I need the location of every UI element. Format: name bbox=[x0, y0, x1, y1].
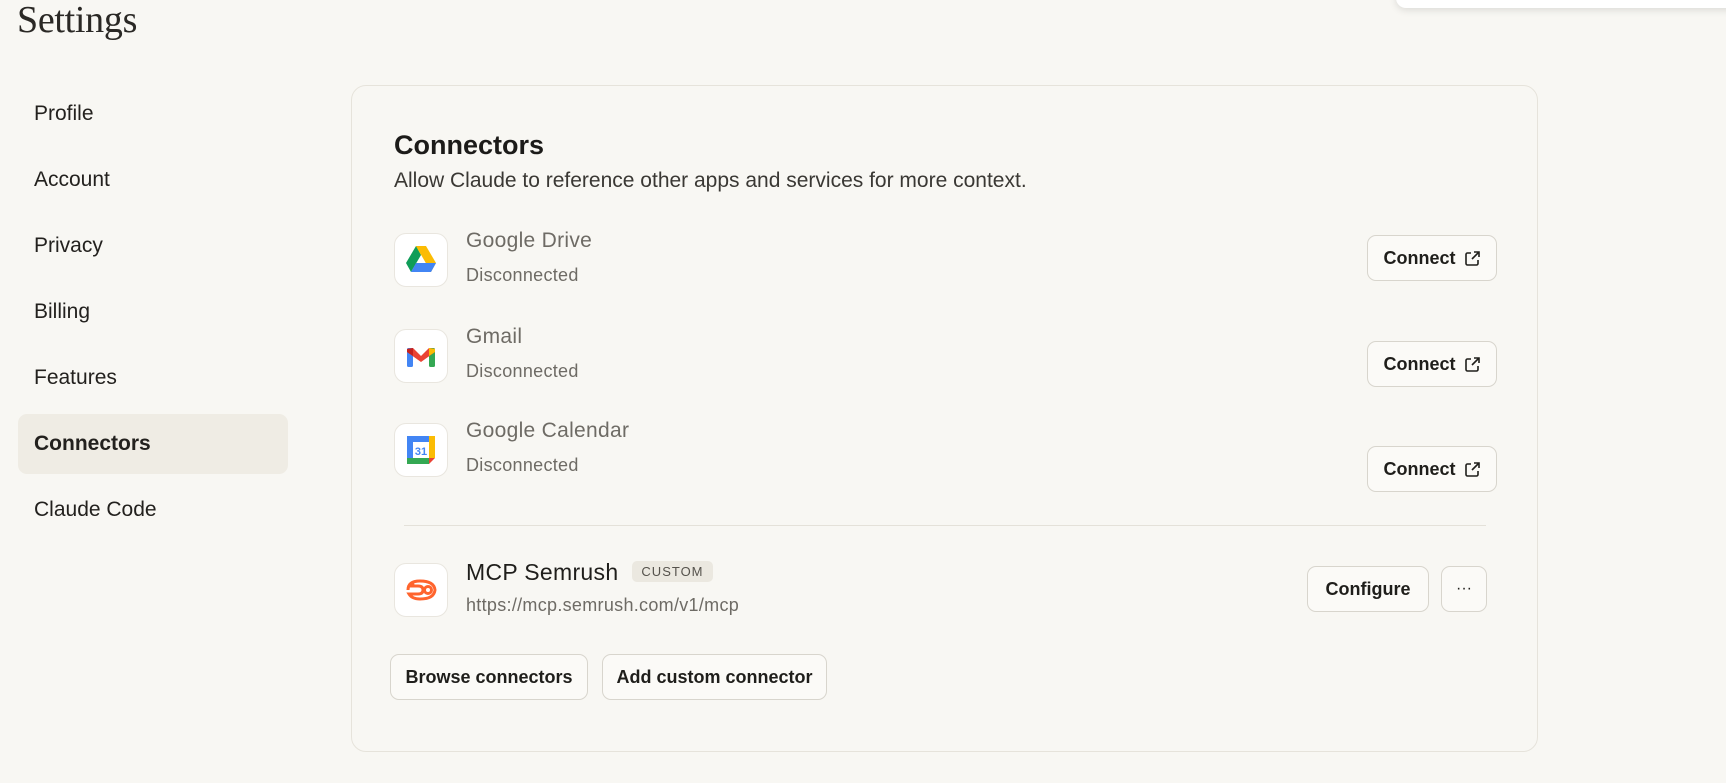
semrush-icon bbox=[394, 563, 448, 617]
connect-label: Connect bbox=[1383, 458, 1456, 479]
connect-google-calendar-button[interactable]: Connect bbox=[1367, 446, 1497, 492]
sidebar-item-privacy[interactable]: Privacy bbox=[18, 216, 288, 276]
add-custom-connector-button[interactable]: Add custom connector bbox=[602, 654, 827, 700]
connector-name: Google Calendar bbox=[466, 419, 630, 442]
connect-label: Connect bbox=[1383, 247, 1456, 268]
connector-name-text: MCP Semrush bbox=[466, 559, 619, 585]
settings-page: Settings Profile Account Privacy Billing… bbox=[0, 0, 1726, 783]
external-link-icon bbox=[1464, 461, 1481, 478]
page-title: Settings bbox=[17, 0, 138, 41]
connector-row-google-calendar: 31 Google Calendar Disconnected bbox=[394, 419, 1496, 481]
configure-button[interactable]: Configure bbox=[1307, 566, 1429, 612]
popover-edge bbox=[1396, 0, 1726, 8]
connector-name: Gmail bbox=[466, 325, 523, 348]
connector-name: MCP Semrush CUSTOM bbox=[466, 559, 713, 586]
connectors-card: Connectors Allow Claude to reference oth… bbox=[351, 85, 1538, 752]
svg-text:31: 31 bbox=[415, 446, 427, 458]
sidebar-item-account[interactable]: Account bbox=[18, 150, 288, 210]
gmail-icon bbox=[394, 329, 448, 383]
connector-status: Disconnected bbox=[466, 265, 579, 285]
connect-google-drive-button[interactable]: Connect bbox=[1367, 235, 1497, 281]
sidebar-item-profile[interactable]: Profile bbox=[18, 84, 288, 144]
google-calendar-icon: 31 bbox=[394, 423, 448, 477]
divider bbox=[404, 525, 1486, 526]
sidebar-item-billing[interactable]: Billing bbox=[18, 282, 288, 342]
connector-status: Disconnected bbox=[466, 361, 579, 381]
connect-gmail-button[interactable]: Connect bbox=[1367, 341, 1497, 387]
custom-badge: CUSTOM bbox=[632, 561, 713, 583]
external-link-icon bbox=[1464, 356, 1481, 373]
section-subtitle: Allow Claude to reference other apps and… bbox=[394, 169, 1027, 192]
section-title: Connectors bbox=[394, 130, 545, 160]
connector-status: Disconnected bbox=[466, 455, 579, 475]
google-drive-icon bbox=[394, 233, 448, 287]
connector-url: https://mcp.semrush.com/v1/mcp bbox=[466, 595, 740, 615]
connector-row-gmail: Gmail Disconnected bbox=[394, 325, 1496, 387]
browse-connectors-button[interactable]: Browse connectors bbox=[390, 654, 588, 700]
sidebar-item-features[interactable]: Features bbox=[18, 348, 288, 408]
connector-row-google-drive: Google Drive Disconnected bbox=[394, 229, 1496, 291]
settings-sidebar: Profile Account Privacy Billing Features… bbox=[18, 84, 288, 546]
external-link-icon bbox=[1464, 250, 1481, 267]
connector-name: Google Drive bbox=[466, 229, 593, 252]
more-options-button[interactable]: ··· bbox=[1441, 566, 1487, 612]
connect-label: Connect bbox=[1383, 353, 1456, 374]
sidebar-item-connectors[interactable]: Connectors bbox=[18, 414, 288, 474]
sidebar-item-claude-code[interactable]: Claude Code bbox=[18, 480, 288, 540]
